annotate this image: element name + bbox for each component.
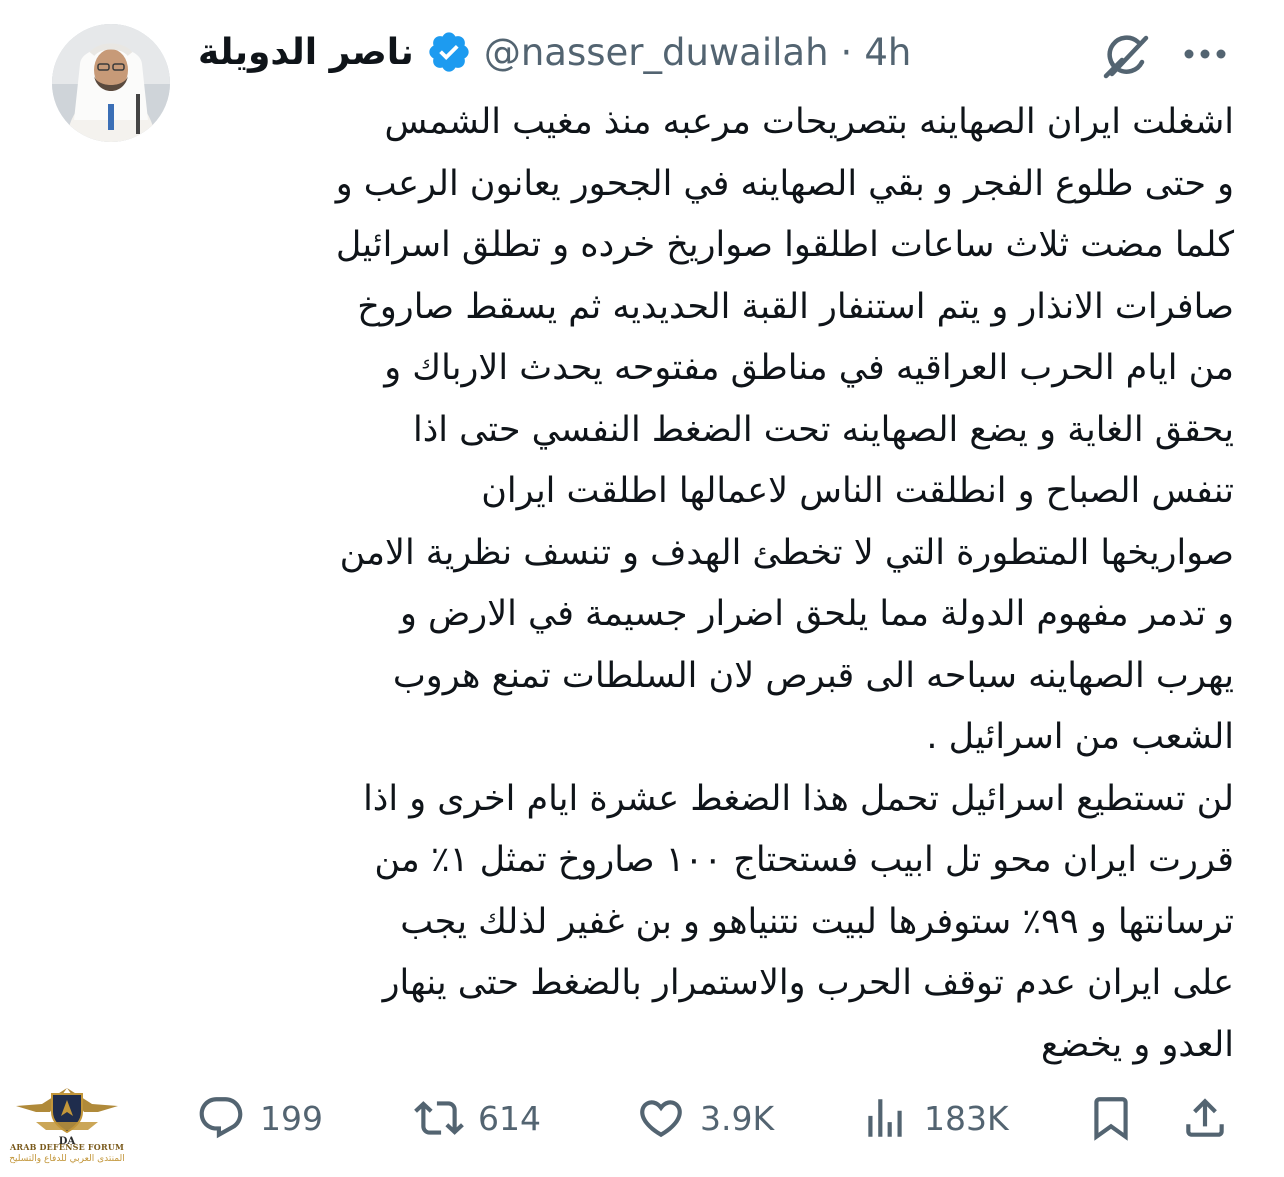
like-heart-icon — [640, 1100, 682, 1138]
tweet-line: قررت ايران محو تل ابيب فستحتاج ١٠٠ صاروخ… — [374, 840, 1234, 880]
tweet-line: لن تستطيع اسرائيل تحمل هذا الضغط عشرة اي… — [363, 778, 1234, 819]
forum-shield-logo-icon: DA — [16, 1088, 118, 1146]
more-options-icon[interactable] — [1180, 34, 1230, 74]
watermark-subtitle: المنتدى العربي للدفاع والتسليح — [9, 1154, 125, 1164]
reply-icon — [199, 1097, 243, 1139]
tweet-header: ناصر الدويلة @nasser_duwailah · 4h — [198, 22, 911, 82]
tweet-text: اشغلت ايران الصهاينه بتصريحات مرعبه منذ … — [196, 92, 1234, 1076]
repost-icon — [414, 1101, 464, 1135]
tweet-line: العدو و يخضع — [1040, 1024, 1234, 1065]
grok-icon[interactable] — [1098, 28, 1154, 84]
meta-separator: · — [840, 30, 853, 74]
verified-badge-icon[interactable] — [426, 29, 472, 75]
views-analytics-icon — [868, 1099, 902, 1137]
tweet-line: صافرات الانذار و يتم استنفار القبة الحدي… — [357, 286, 1234, 327]
author-handle[interactable]: @nasser_duwailah — [484, 31, 829, 74]
reply-button[interactable]: 199 — [196, 1088, 323, 1148]
forum-watermark: DA ARAB DEFENSE FORUM المنتدى العربي للد… — [6, 1082, 128, 1174]
reply-count: 199 — [260, 1098, 323, 1138]
tweet-line: و تدمر مفهوم الدولة مما يلحق اضرار جسيمة… — [399, 594, 1234, 634]
tweet-timestamp[interactable]: 4h — [864, 31, 911, 74]
avatar-image — [52, 24, 170, 142]
views-count: 183K — [924, 1098, 1009, 1138]
profile-avatar[interactable] — [52, 24, 170, 142]
like-count: 3.9K — [700, 1098, 775, 1138]
tweet-line: على ايران عدم توقف الحرب والاستمرار بالض… — [382, 963, 1234, 1003]
tweet-line: تنفس الصباح و انطلقت الناس لاعمالها اطلق… — [481, 471, 1234, 511]
repost-count: 614 — [478, 1098, 541, 1138]
share-button[interactable] — [1180, 1088, 1230, 1148]
tweet-line: كلما مضت ثلاث ساعات اطلقوا صواريخ خرده و… — [335, 225, 1234, 265]
repost-button[interactable]: 614 — [414, 1088, 541, 1148]
tweet-action-bar: 199 614 3.9K 183K — [196, 1088, 1236, 1148]
tweet-line: و حتى طلوع الفجر و بقي الصهاينه في الجحو… — [335, 163, 1234, 204]
tweet-line: اشغلت ايران الصهاينه بتصريحات مرعبه منذ … — [384, 102, 1234, 142]
bookmark-icon — [1094, 1097, 1128, 1141]
tweet-line: يهرب الصهاينه سباحه الى قبرص لان السلطات… — [392, 655, 1234, 696]
bookmark-button[interactable] — [1086, 1088, 1136, 1148]
views-button[interactable]: 183K — [860, 1088, 1009, 1148]
watermark-title: ARAB DEFENSE FORUM — [9, 1142, 125, 1152]
tweet-line: صواريخها المتطورة التي لا تخطئ الهدف و ت… — [339, 532, 1234, 573]
like-button[interactable]: 3.9K — [636, 1088, 774, 1148]
tweet-line: يحقق الغاية و يضع الصهاينه تحت الضغط الن… — [412, 409, 1234, 450]
tweet-line: من ايام الحرب العراقيه في مناطق مفتوحه ي… — [384, 348, 1234, 388]
share-icon — [1186, 1098, 1224, 1137]
author-display-name[interactable]: ناصر الدويلة — [198, 32, 414, 73]
tweet-line: ترسانتها و ٩٩٪ ستوفرها لبيت نتنياهو و بن… — [400, 901, 1234, 942]
tweet-line: الشعب من اسرائيل . — [926, 717, 1234, 757]
